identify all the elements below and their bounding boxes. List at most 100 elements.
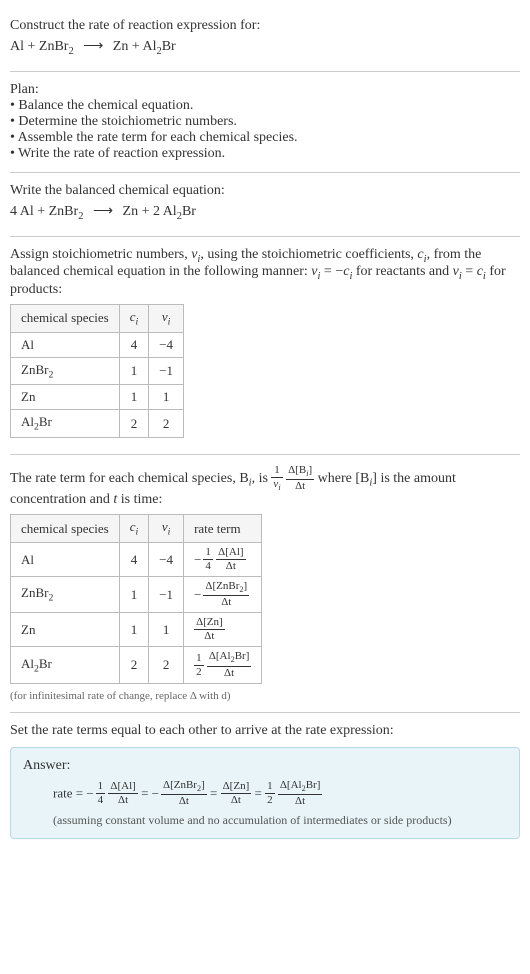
cell-rate: 12 Δ[Al2Br]Δt [184, 647, 262, 683]
rate-term-section: The rate term for each chemical species,… [10, 455, 520, 713]
answer-box: Answer: rate = −14 Δ[Al]Δt = −Δ[ZnBr2]Δt… [10, 747, 520, 839]
text: = [462, 264, 477, 279]
answer-label: Answer: [23, 758, 507, 774]
plan-list: Balance the chemical equation. Determine… [10, 98, 520, 162]
fraction: Δ[Al2Br]Δt [278, 780, 323, 807]
equals: = [141, 786, 152, 801]
stoich-section: Assign stoichiometric numbers, νi , using… [10, 237, 520, 455]
cell-nu: −4 [149, 332, 184, 357]
table-row: ZnBr2 1 −1 [11, 357, 184, 385]
cell-c: 1 [119, 385, 149, 410]
cell-nu: −1 [149, 577, 184, 613]
cell-species: ZnBr2 [11, 577, 120, 613]
table-header-row: chemical species ci νi [11, 305, 184, 333]
cell-nu: 1 [149, 613, 184, 647]
balanced-section: Write the balanced chemical equation: 4 … [10, 173, 520, 237]
cell-rate: −14 Δ[Al]Δt [184, 543, 262, 577]
prompt-section: Construct the rate of reaction expressio… [10, 8, 520, 72]
cell-c: 2 [119, 647, 149, 683]
text: Assign stoichiometric numbers, [10, 247, 191, 262]
table-header-row: chemical species ci νi rate term [11, 515, 262, 543]
text: , is [252, 471, 272, 486]
bal-tail: Br [182, 204, 196, 219]
table-row: Zn 1 1 [11, 385, 184, 410]
text: = − [320, 264, 343, 279]
fraction: 1νi [271, 465, 282, 492]
equals: = [254, 786, 265, 801]
text: is time: [117, 492, 162, 507]
text: The rate term for each chemical species,… [10, 471, 249, 486]
plan-section: Plan: Balance the chemical equation. Det… [10, 72, 520, 173]
cell-nu: 2 [149, 647, 184, 683]
rate-table: chemical species ci νi rate term Al 4 −4… [10, 514, 262, 683]
rate-footnote: (for infinitesimal rate of change, repla… [10, 690, 520, 702]
cell-c: 1 [119, 577, 149, 613]
unbalanced-equation: Al + ZnBr2 ⟶ Zn + Al2Br [10, 38, 520, 57]
balanced-heading: Write the balanced chemical equation: [10, 183, 520, 199]
arrow-icon: ⟶ [83, 39, 103, 54]
col-nui: νi [149, 515, 184, 543]
plan-item: Assemble the rate term for each chemical… [10, 130, 520, 146]
fraction: Δ[ZnBr2]Δt [161, 780, 207, 807]
cell-rate: Δ[Zn]Δt [184, 613, 262, 647]
rate-prefix: rate = [53, 786, 86, 801]
fraction: Δ[Bi]Δt [286, 465, 314, 492]
col-ci: ci [119, 305, 149, 333]
fraction: Δ[Al]Δt [108, 781, 137, 806]
plan-heading: Plan: [10, 82, 520, 98]
fraction: Δ[Zn]Δt [221, 781, 252, 806]
minus-sign: − [152, 786, 159, 801]
arrow-icon: ⟶ [93, 204, 113, 219]
fraction: 12 [265, 781, 275, 806]
col-ci: ci [119, 515, 149, 543]
plan-item: Balance the chemical equation. [10, 98, 520, 114]
cell-c: 1 [119, 357, 149, 385]
eq-lhs: Al + ZnBr [10, 39, 68, 54]
cell-c: 2 [119, 410, 149, 438]
bal-lhs: 4 Al + ZnBr [10, 204, 78, 219]
stoich-text: Assign stoichiometric numbers, νi, using… [10, 247, 520, 299]
table-row: Al2Br 2 2 12 Δ[Al2Br]Δt [11, 647, 262, 683]
col-species: chemical species [11, 305, 120, 333]
eq-rhs: Zn + Al [113, 39, 157, 54]
cell-species: Al2Br [11, 410, 120, 438]
cell-rate: −Δ[ZnBr2]Δt [184, 577, 262, 613]
final-section: Set the rate terms equal to each other t… [10, 713, 520, 849]
cell-c: 4 [119, 332, 149, 357]
table-row: Zn 1 1 Δ[Zn]Δt [11, 613, 262, 647]
cell-species: Al [11, 543, 120, 577]
balanced-equation: 4 Al + ZnBr2 ⟶ Zn + 2 Al2Br [10, 203, 520, 222]
plan-item: Write the rate of reaction expression. [10, 146, 520, 162]
fraction: 14 [96, 781, 106, 806]
bal-sub1: 2 [78, 211, 83, 222]
col-species: chemical species [11, 515, 120, 543]
text: , using the stoichiometric coefficients, [200, 247, 417, 262]
cell-nu: 1 [149, 385, 184, 410]
cell-species: Zn [11, 385, 120, 410]
stoich-table: chemical species ci νi Al 4 −4 ZnBr2 1 −… [10, 304, 184, 438]
cell-species: Al [11, 332, 120, 357]
rate-expression: rate = −14 Δ[Al]Δt = −Δ[ZnBr2]Δt = Δ[Zn]… [23, 780, 507, 807]
eq-tail: Br [162, 39, 176, 54]
text: for reactants and [352, 264, 452, 279]
cell-c: 4 [119, 543, 149, 577]
cell-species: ZnBr2 [11, 357, 120, 385]
text: where [B [318, 471, 370, 486]
col-nui: νi [149, 305, 184, 333]
cell-c: 1 [119, 613, 149, 647]
rate-term-text: The rate term for each chemical species,… [10, 465, 520, 508]
cell-nu: 2 [149, 410, 184, 438]
cell-nu: −4 [149, 543, 184, 577]
eq-sub1: 2 [68, 46, 73, 57]
table-row: ZnBr2 1 −1 −Δ[ZnBr2]Δt [11, 577, 262, 613]
final-heading: Set the rate terms equal to each other t… [10, 723, 520, 739]
plan-item: Determine the stoichiometric numbers. [10, 114, 520, 130]
col-rate: rate term [184, 515, 262, 543]
answer-note: (assuming constant volume and no accumul… [23, 813, 507, 828]
table-row: Al2Br 2 2 [11, 410, 184, 438]
table-row: Al 4 −4 −14 Δ[Al]Δt [11, 543, 262, 577]
bal-rhs: Zn + 2 Al [123, 204, 177, 219]
cell-species: Al2Br [11, 647, 120, 683]
cell-species: Zn [11, 613, 120, 647]
table-row: Al 4 −4 [11, 332, 184, 357]
